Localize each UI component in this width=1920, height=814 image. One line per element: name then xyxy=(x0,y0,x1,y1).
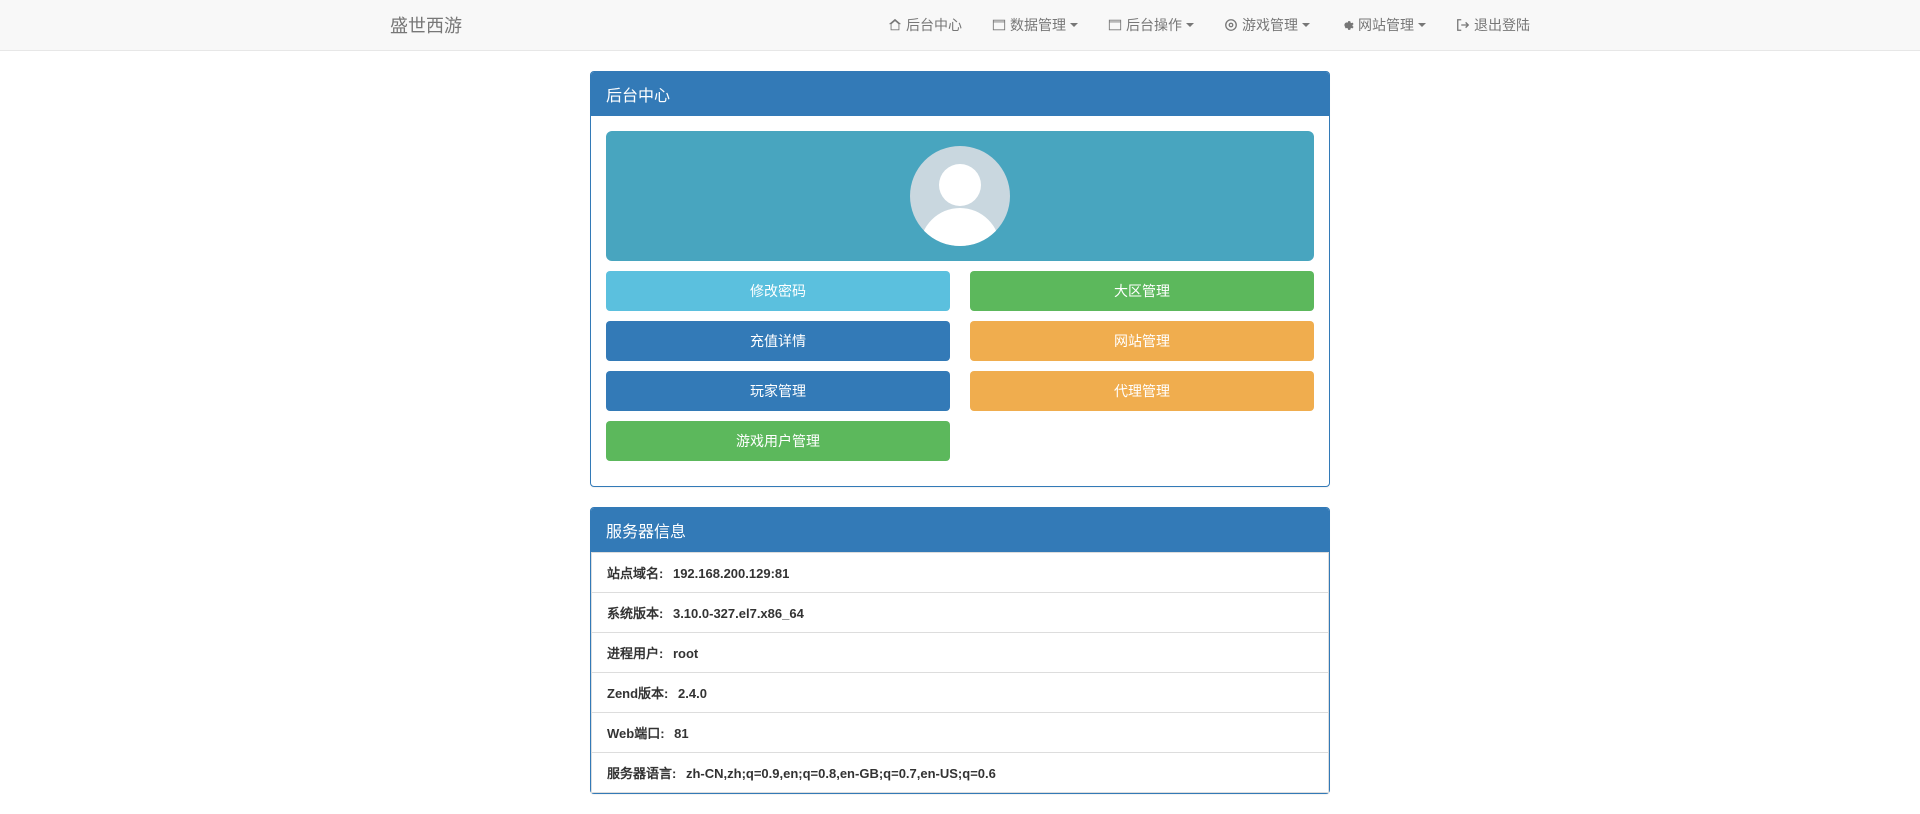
info-label: Zend版本: xyxy=(607,686,668,701)
nav-site[interactable]: 网站管理 xyxy=(1325,0,1441,50)
list-item: 系统版本: 3.10.0-327.el7.x86_64 xyxy=(591,593,1329,633)
chevron-down-icon xyxy=(1418,23,1426,27)
chevron-down-icon xyxy=(1302,23,1310,27)
nav-home[interactable]: 后台中心 xyxy=(873,0,977,50)
circle-icon xyxy=(1224,18,1238,32)
chevron-down-icon xyxy=(1070,23,1078,27)
website-manage-button[interactable]: 网站管理 xyxy=(970,321,1314,361)
gear-icon xyxy=(1340,18,1354,32)
info-label: 服务器语言: xyxy=(607,766,676,781)
panel-server-title: 服务器信息 xyxy=(591,508,1329,552)
top-navbar: 盛世西游 后台中心 数据管理 后台操作 xyxy=(0,0,1920,51)
nav-game[interactable]: 游戏管理 xyxy=(1209,0,1325,50)
nav-logout-label: 退出登陆 xyxy=(1474,15,1530,35)
info-value: 3.10.0-327.el7.x86_64 xyxy=(673,606,804,621)
info-value: root xyxy=(673,646,698,661)
game-user-manage-button[interactable]: 游戏用户管理 xyxy=(606,421,950,461)
window-icon xyxy=(992,18,1006,32)
info-label: Web端口: xyxy=(607,726,665,741)
nav-data[interactable]: 数据管理 xyxy=(977,0,1093,50)
nav-data-label: 数据管理 xyxy=(1010,15,1066,35)
nav-logout[interactable]: 退出登陆 xyxy=(1441,0,1545,50)
recharge-detail-button[interactable]: 充值详情 xyxy=(606,321,950,361)
list-item: Zend版本: 2.4.0 xyxy=(591,673,1329,713)
nav-game-label: 游戏管理 xyxy=(1242,15,1298,35)
player-manage-button[interactable]: 玩家管理 xyxy=(606,371,950,411)
info-value: 81 xyxy=(674,726,688,741)
info-label: 系统版本: xyxy=(607,606,663,621)
avatar xyxy=(910,146,1010,246)
list-item: 站点域名: 192.168.200.129:81 xyxy=(591,552,1329,593)
avatar-banner xyxy=(606,131,1314,261)
logout-icon xyxy=(1456,18,1470,32)
brand-link[interactable]: 盛世西游 xyxy=(375,12,462,38)
list-item: Web端口: 81 xyxy=(591,713,1329,753)
list-item: 进程用户: root xyxy=(591,633,1329,673)
info-value: 192.168.200.129:81 xyxy=(673,566,789,581)
info-value: zh-CN,zh;q=0.9,en;q=0.8,en-GB;q=0.7,en-U… xyxy=(686,766,996,781)
panel-dashboard-title: 后台中心 xyxy=(591,72,1329,116)
chevron-down-icon xyxy=(1186,23,1194,27)
change-password-button[interactable]: 修改密码 xyxy=(606,271,950,311)
list-item: 服务器语言: zh-CN,zh;q=0.9,en;q=0.8,en-GB;q=0… xyxy=(591,753,1329,793)
agent-manage-button[interactable]: 代理管理 xyxy=(970,371,1314,411)
nav-ops-label: 后台操作 xyxy=(1126,15,1182,35)
panel-dashboard: 后台中心 修改密码 大区管理 充值详情 网站管理 玩家管理 代理管理 xyxy=(590,71,1330,487)
server-info-list: 站点域名: 192.168.200.129:81 系统版本: 3.10.0-32… xyxy=(591,552,1329,793)
window-icon xyxy=(1108,18,1122,32)
info-label: 站点域名: xyxy=(607,566,663,581)
nav-ops[interactable]: 后台操作 xyxy=(1093,0,1209,50)
nav-right: 后台中心 数据管理 后台操作 游戏管理 xyxy=(873,0,1545,50)
zone-manage-button[interactable]: 大区管理 xyxy=(970,271,1314,311)
nav-home-label: 后台中心 xyxy=(906,15,962,35)
info-label: 进程用户: xyxy=(607,646,663,661)
nav-site-label: 网站管理 xyxy=(1358,15,1414,35)
home-icon xyxy=(888,18,902,32)
info-value: 2.4.0 xyxy=(678,686,707,701)
